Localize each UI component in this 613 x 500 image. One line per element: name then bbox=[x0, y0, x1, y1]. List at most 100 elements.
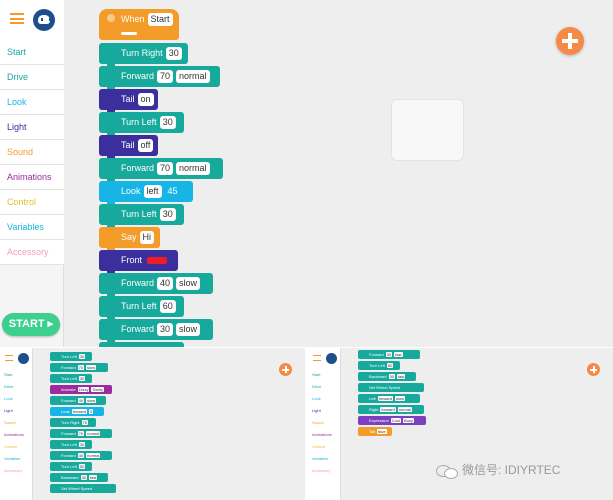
block-param[interactable]: 70 bbox=[77, 431, 85, 437]
block-param[interactable]: 30 bbox=[388, 374, 396, 380]
program-block[interactable]: Forward 70 normal bbox=[99, 158, 223, 182]
program-block[interactable]: Look left 45 bbox=[99, 181, 193, 205]
category-control[interactable]: Control bbox=[312, 441, 325, 453]
color-swatch[interactable] bbox=[147, 257, 168, 265]
program-block[interactable]: Turn Left 30 bbox=[99, 112, 184, 136]
program-block[interactable]: Forward 30 fast bbox=[358, 350, 420, 359]
category-animations[interactable]: Animations bbox=[0, 165, 64, 190]
program-block[interactable]: Turn Left 30 bbox=[50, 352, 92, 361]
block-param[interactable]: slow bbox=[395, 396, 406, 402]
block-param[interactable]: slow bbox=[86, 365, 97, 371]
add-plus-icon[interactable] bbox=[556, 27, 584, 55]
block-param[interactable]: 30 bbox=[80, 475, 88, 481]
category-light[interactable]: Light bbox=[312, 405, 321, 417]
program-block[interactable]: Front bbox=[99, 250, 178, 274]
add-plus-icon[interactable] bbox=[279, 363, 292, 376]
block-param[interactable]: 30 bbox=[157, 323, 174, 337]
program-block[interactable]: Tail on bbox=[99, 89, 158, 113]
hamburger-menu-icon[interactable] bbox=[313, 355, 321, 361]
block-param[interactable]: Swirly bbox=[91, 387, 105, 393]
category-light[interactable]: Light bbox=[4, 405, 13, 417]
block-param[interactable]: 40 bbox=[77, 398, 85, 404]
block-param[interactable]: Hi bbox=[139, 231, 155, 245]
block-param[interactable]: 0 bbox=[89, 409, 94, 415]
block-param[interactable]: normal bbox=[176, 70, 210, 84]
block-param[interactable]: 70 bbox=[157, 70, 174, 84]
block-param[interactable]: 30 bbox=[78, 442, 86, 448]
block-param[interactable]: 30 bbox=[78, 354, 86, 360]
program-block[interactable]: Turn Right 75 bbox=[50, 418, 96, 427]
category-variables[interactable]: Variables bbox=[312, 453, 328, 465]
add-plus-icon[interactable] bbox=[587, 363, 600, 376]
category-start[interactable]: Start bbox=[312, 369, 320, 381]
program-block[interactable]: Turn Right 30 bbox=[99, 43, 188, 67]
program-block[interactable]: Turn Left 30 bbox=[99, 204, 184, 228]
block-param[interactable]: 30 bbox=[159, 208, 176, 222]
category-look[interactable]: Look bbox=[4, 393, 13, 405]
program-block[interactable]: Forward 70 normal bbox=[99, 66, 220, 90]
program-block[interactable]: Forward 70 normal bbox=[50, 429, 112, 438]
category-look[interactable]: Look bbox=[312, 393, 321, 405]
program-block[interactable]: Turn Left 60 bbox=[99, 296, 184, 320]
program-block[interactable]: Animate Dizzy Swirly bbox=[50, 385, 112, 394]
block-param[interactable]: left bbox=[143, 185, 162, 199]
category-drive[interactable]: Drive bbox=[4, 381, 13, 393]
block-param[interactable]: 70 bbox=[77, 365, 85, 371]
program-block[interactable]: Say Hi bbox=[99, 227, 160, 251]
program-block[interactable]: Forward 40 slow bbox=[50, 396, 106, 405]
block-param[interactable]: 30 bbox=[159, 116, 176, 130]
category-start[interactable]: Start bbox=[4, 369, 12, 381]
category-animations[interactable]: Animations bbox=[4, 429, 24, 441]
block-param[interactable]: 30 bbox=[385, 352, 393, 358]
block-param[interactable]: 45 bbox=[165, 185, 181, 198]
block-param[interactable]: slow bbox=[176, 277, 201, 291]
block-param[interactable]: 30 bbox=[165, 47, 182, 61]
category-sound[interactable]: Sound bbox=[4, 417, 16, 429]
block-param[interactable]: 50 bbox=[78, 464, 86, 470]
category-control[interactable]: Control bbox=[0, 190, 64, 215]
program-block[interactable]: Turn Left 30 bbox=[50, 440, 92, 449]
block-param[interactable]: 70 bbox=[157, 162, 174, 176]
program-block[interactable]: Set Wheel Speed bbox=[358, 383, 424, 392]
program-block[interactable]: Left forward slow bbox=[358, 394, 420, 403]
category-look[interactable]: Look bbox=[0, 90, 64, 115]
category-drive[interactable]: Drive bbox=[0, 65, 64, 90]
block-param[interactable]: forward bbox=[377, 396, 394, 402]
category-sound[interactable]: Sound bbox=[312, 417, 324, 429]
block-param[interactable]: normal bbox=[86, 453, 101, 459]
block-param[interactable]: 40 bbox=[157, 277, 174, 291]
category-control[interactable]: Control bbox=[4, 441, 17, 453]
category-sound[interactable]: Sound bbox=[0, 140, 64, 165]
program-block[interactable]: Backward 30 fast bbox=[50, 473, 108, 482]
hamburger-menu-icon[interactable] bbox=[10, 13, 24, 24]
program-block[interactable]: Forward 30 slow bbox=[99, 319, 213, 343]
block-param[interactable]: Dizzy bbox=[77, 387, 90, 393]
category-accessory[interactable]: Accessory bbox=[312, 465, 330, 477]
program-block[interactable]: Right forward normal bbox=[358, 405, 424, 414]
program-block[interactable]: Forward 70 slow bbox=[50, 363, 108, 372]
block-param[interactable]: forward bbox=[380, 407, 396, 413]
program-block[interactable]: Forward 40 slow bbox=[99, 273, 213, 297]
program-block[interactable]: Set Wheel Speed bbox=[50, 484, 116, 493]
program-block[interactable]: Turn Left 50 bbox=[50, 462, 92, 471]
category-start[interactable]: Start bbox=[0, 40, 64, 65]
start-button[interactable]: START ▸ bbox=[2, 313, 60, 336]
block-param[interactable]: normal bbox=[176, 162, 210, 176]
block-param[interactable]: normal bbox=[86, 431, 101, 437]
block-param[interactable]: 40 bbox=[77, 453, 85, 459]
program-block[interactable]: Tail off bbox=[99, 135, 158, 159]
program-block[interactable]: Tail blue bbox=[358, 427, 392, 436]
block-param[interactable]: fast bbox=[394, 352, 403, 358]
block-param[interactable]: normal bbox=[397, 407, 412, 413]
block-param[interactable]: 60 bbox=[159, 300, 176, 314]
program-block[interactable]: Look forward 0 bbox=[50, 407, 104, 416]
category-variables[interactable]: Variables bbox=[0, 215, 64, 240]
block-param[interactable]: Cool bbox=[390, 418, 402, 424]
block-param[interactable]: slow bbox=[86, 398, 97, 404]
category-light[interactable]: Light bbox=[0, 115, 64, 140]
program-block[interactable]: Turn Left 60 bbox=[358, 361, 400, 370]
block-param[interactable]: 30 bbox=[78, 376, 86, 382]
block-param[interactable]: forward bbox=[71, 409, 88, 415]
block-param[interactable]: blue bbox=[377, 429, 387, 435]
program-block[interactable]: Forward 40 normal bbox=[50, 451, 112, 460]
